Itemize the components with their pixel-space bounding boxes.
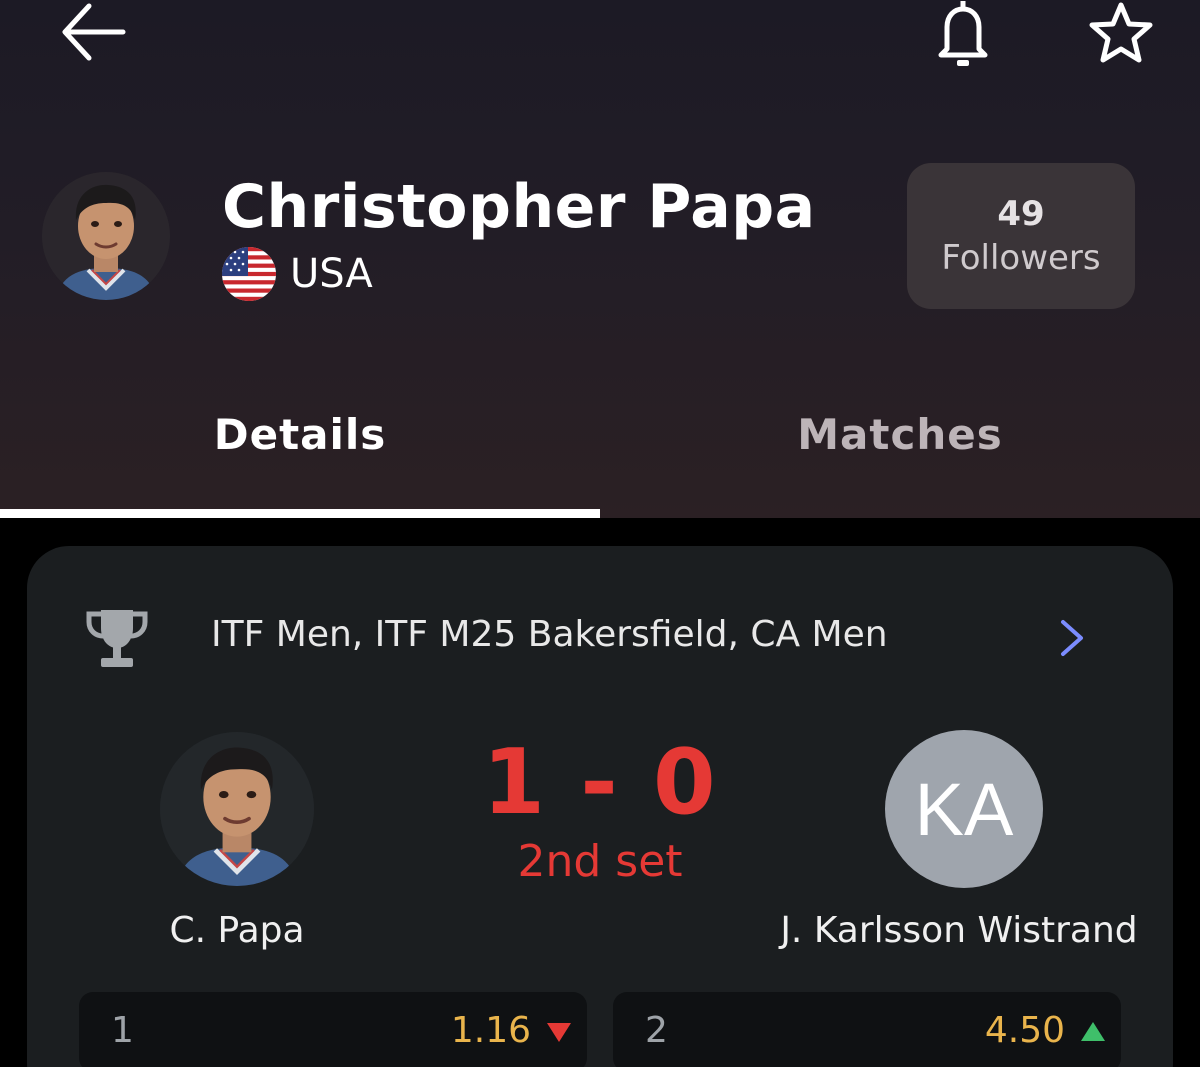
trophy-icon: [86, 610, 148, 667]
tournament-row[interactable]: ITF Men, ITF M25 Bakersfield, CA Men: [27, 600, 1173, 676]
star-icon: [1089, 2, 1153, 63]
tournament-name: ITF Men, ITF M25 Bakersfield, CA Men: [211, 614, 888, 655]
followers-badge[interactable]: 49 Followers: [907, 163, 1135, 309]
notifications-button[interactable]: [930, 0, 996, 68]
away-player-avatar[interactable]: KA: [885, 730, 1043, 888]
bell-icon: [938, 1, 988, 66]
odds-away-button[interactable]: 2 4.50: [613, 992, 1121, 1067]
home-player-avatar[interactable]: [160, 732, 314, 886]
odds-home-value: 1.16: [450, 1010, 531, 1051]
odds-away-label: 2: [645, 1010, 668, 1051]
home-player-name[interactable]: C. Papa: [87, 910, 387, 951]
arrow-left-icon: [62, 3, 126, 61]
match-status: 2nd set: [517, 836, 683, 887]
odds-home-label: 1: [111, 1010, 134, 1051]
player-country: USA: [222, 246, 373, 302]
tab-matches[interactable]: Matches: [600, 410, 1200, 459]
player-name: Christopher Papa: [222, 172, 816, 242]
match-score: 1 - 0: [482, 730, 718, 835]
favorite-button[interactable]: [1084, 0, 1158, 66]
trend-down-icon: [547, 1023, 571, 1042]
followers-count: 49: [997, 194, 1045, 234]
trend-up-icon: [1081, 1022, 1105, 1041]
odds-home-button[interactable]: 1 1.16: [79, 992, 587, 1067]
player-header: Christopher Papa USA 49 Followers Detail…: [0, 0, 1200, 518]
odds-away-value: 4.50: [984, 1010, 1065, 1051]
away-player-name[interactable]: J. Karlsson Wistrand: [767, 910, 1151, 951]
chevron-right-icon[interactable]: [1053, 608, 1093, 668]
back-button[interactable]: [50, 0, 134, 64]
active-tab-indicator: [0, 509, 600, 518]
tab-details[interactable]: Details: [0, 410, 600, 459]
player-avatar: [42, 172, 170, 300]
followers-label: Followers: [941, 238, 1101, 278]
usa-flag-icon: [222, 247, 276, 301]
country-name: USA: [290, 251, 373, 297]
live-match-card[interactable]: ITF Men, ITF M25 Bakersfield, CA Men 1 -…: [27, 546, 1173, 1067]
